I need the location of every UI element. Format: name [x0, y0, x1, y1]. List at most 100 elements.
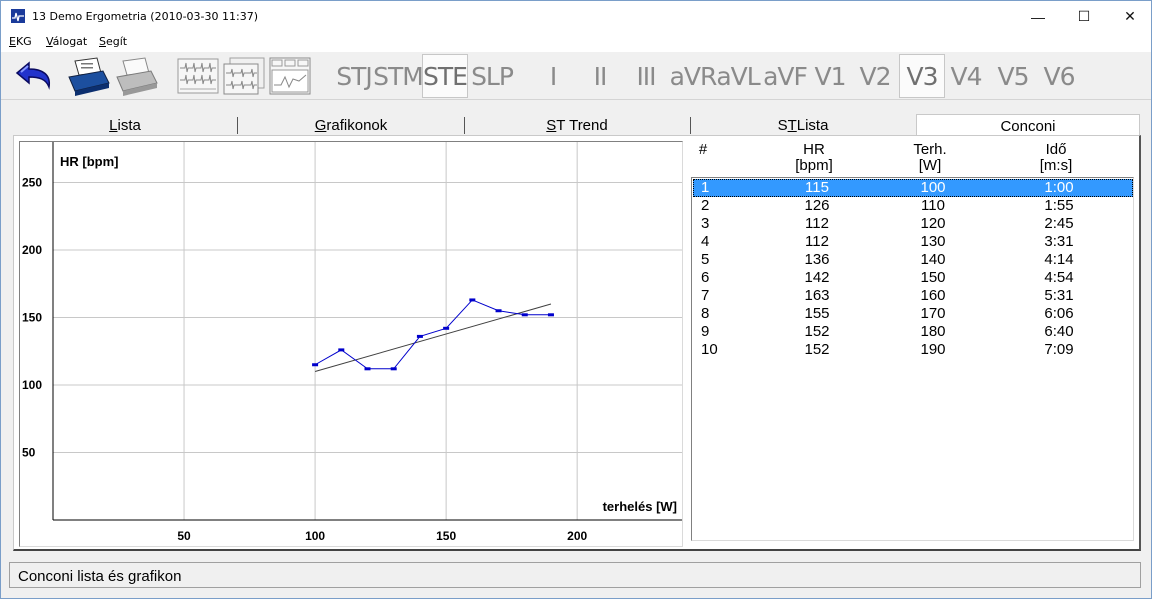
minimize-button[interactable]: —	[1015, 1, 1061, 32]
header-hr-unit: [bpm]	[795, 157, 833, 174]
cell-time: 5:31	[1044, 287, 1074, 304]
list-row[interactable]: 9 152 180 6:40	[693, 323, 1133, 341]
cell-hr: 112	[805, 215, 829, 232]
lead-button-stj[interactable]: STJ	[333, 54, 375, 98]
cell-n: 6	[701, 269, 710, 286]
lead-button-v3[interactable]: V3	[899, 54, 945, 98]
lead-button-iii[interactable]: III	[625, 54, 667, 98]
lead-button-stm[interactable]: STM	[373, 54, 424, 98]
trend-line	[314, 303, 552, 372]
hr-data-point	[312, 363, 319, 367]
tab-st-trend[interactable]: ST Trend	[465, 114, 689, 136]
cell-time: 2:45	[1044, 215, 1074, 232]
tab-st-lista[interactable]: ST Lista	[691, 114, 915, 136]
app-window: 13 Demo Ergometria (2010-03-30 11:37) — …	[0, 0, 1152, 599]
lead-button-avr[interactable]: aVR	[670, 54, 718, 98]
list-row[interactable]: 5 136 140 4:14	[693, 251, 1133, 269]
y-tick-label: 150	[22, 311, 42, 325]
cell-time: 6:06	[1044, 305, 1074, 322]
cell-n: 4	[701, 233, 710, 250]
app-icon	[11, 9, 25, 23]
hr-data-point	[547, 313, 554, 317]
list-row[interactable]: 10 152 190 7:09	[693, 341, 1133, 359]
cell-load: 130	[920, 233, 946, 250]
ecg-multi-icon[interactable]	[221, 55, 267, 97]
list-box[interactable]: 1 115 100 1:00 2 126 110 1:55 3 112 120 2:45 4 112 130…	[691, 177, 1134, 541]
cell-time: 1:00	[1044, 179, 1074, 196]
cell-time: 6:40	[1044, 323, 1074, 340]
print-icon[interactable]	[65, 55, 111, 97]
hr-data-point	[495, 309, 502, 313]
header-time: Idő	[1045, 141, 1067, 158]
header-hr: HR	[803, 141, 825, 158]
lead-button-avf[interactable]: aVF	[761, 54, 809, 98]
status-bar: Conconi lista és grafikon	[9, 562, 1141, 588]
header-load-unit: [W]	[918, 157, 942, 174]
lead-button-slp[interactable]: SLP	[469, 54, 515, 98]
maximize-icon: ☐	[1077, 8, 1091, 24]
list-row[interactable]: 7 163 160 5:31	[693, 287, 1133, 305]
lead-button-ii[interactable]: II	[580, 54, 620, 98]
list-row[interactable]: 3 112 120 2:45	[693, 215, 1133, 233]
cell-time: 7:09	[1044, 341, 1074, 358]
lead-button-ste[interactable]: STE	[422, 54, 468, 98]
cell-time: 1:55	[1044, 197, 1074, 214]
x-tick-label: 150	[436, 529, 456, 543]
back-arrow-icon[interactable]	[9, 55, 55, 97]
x-tick-label: 200	[567, 529, 587, 543]
y-tick-label: 200	[22, 243, 42, 257]
cell-hr: 163	[804, 287, 830, 304]
cell-n: 2	[701, 197, 710, 214]
toolbar: STJ STM STE SLP I II III aVR aVL aVF V1 V2 V3 V4 V5 V6	[1, 52, 1151, 100]
menu-ekg[interactable]: EKG	[9, 35, 32, 48]
list-row[interactable]: 8 155 170 6:06	[693, 305, 1133, 323]
close-button[interactable]: ✕	[1107, 1, 1152, 32]
tab-separator	[237, 117, 238, 134]
menu-bar: EKG Válogat Segít	[1, 32, 1151, 52]
lead-button-v6[interactable]: V6	[1037, 54, 1081, 98]
cell-load: 150	[920, 269, 946, 286]
ecg-strip-icon[interactable]	[175, 55, 221, 97]
hr-data-point	[390, 367, 397, 371]
list-row[interactable]: 4 112 130 3:31	[693, 233, 1133, 251]
tab-conconi[interactable]: Conconi	[916, 114, 1140, 137]
header-time-unit: [m:s]	[1039, 157, 1073, 174]
cell-load: 190	[920, 341, 946, 358]
hr-data-point	[521, 313, 528, 317]
hr-data-point	[469, 298, 476, 302]
list-row[interactable]: 6 142 150 4:54	[693, 269, 1133, 287]
x-axis-label: terhelés [W]	[603, 499, 677, 514]
lead-button-v1[interactable]: V1	[809, 54, 851, 98]
hr-data-point	[416, 334, 423, 338]
menu-valogat[interactable]: Válogat	[46, 35, 87, 48]
ecg-report-icon[interactable]	[267, 55, 313, 97]
cell-load: 170	[920, 305, 946, 322]
cell-load: 120	[920, 215, 946, 232]
cell-hr: 126	[804, 197, 830, 214]
x-tick-label: 100	[305, 529, 325, 543]
tab-lista[interactable]: Lista	[13, 114, 237, 136]
lead-button-avl[interactable]: aVL	[715, 54, 761, 98]
y-axis-label: HR [bpm]	[60, 154, 119, 169]
lead-button-v4[interactable]: V4	[945, 54, 987, 98]
print-gray-icon[interactable]	[113, 55, 159, 97]
tab-grafikonok[interactable]: Grafikonok	[239, 114, 463, 136]
maximize-button[interactable]: ☐	[1061, 1, 1107, 32]
lead-button-v5[interactable]: V5	[991, 54, 1035, 98]
conconi-chart: 50 100 150 200 50 100 150 200 250 HR [bpm] terhelé…	[19, 141, 683, 547]
close-icon: ✕	[1124, 8, 1136, 24]
lead-button-v2[interactable]: V2	[854, 54, 896, 98]
list-row[interactable]: 1 115 100 1:00	[693, 179, 1133, 197]
y-tick-label: 250	[22, 176, 42, 190]
cell-n: 1	[701, 179, 710, 196]
conconi-list: # HR [bpm] Terh. [W] Idő [m:s] 1 115 100 1:…	[690, 136, 1138, 548]
menu-segit[interactable]: Segít	[99, 35, 127, 48]
y-tick-label: 100	[22, 378, 42, 392]
cell-time: 4:14	[1044, 251, 1074, 268]
conconi-panel: 50 100 150 200 50 100 150 200 250 HR [bpm] terhelé…	[13, 135, 1141, 551]
lead-button-i[interactable]: I	[535, 54, 571, 98]
cell-load: 100	[920, 179, 946, 196]
cell-hr: 155	[804, 305, 830, 322]
cell-n: 9	[701, 323, 710, 340]
list-row[interactable]: 2 126 110 1:55	[693, 197, 1133, 215]
